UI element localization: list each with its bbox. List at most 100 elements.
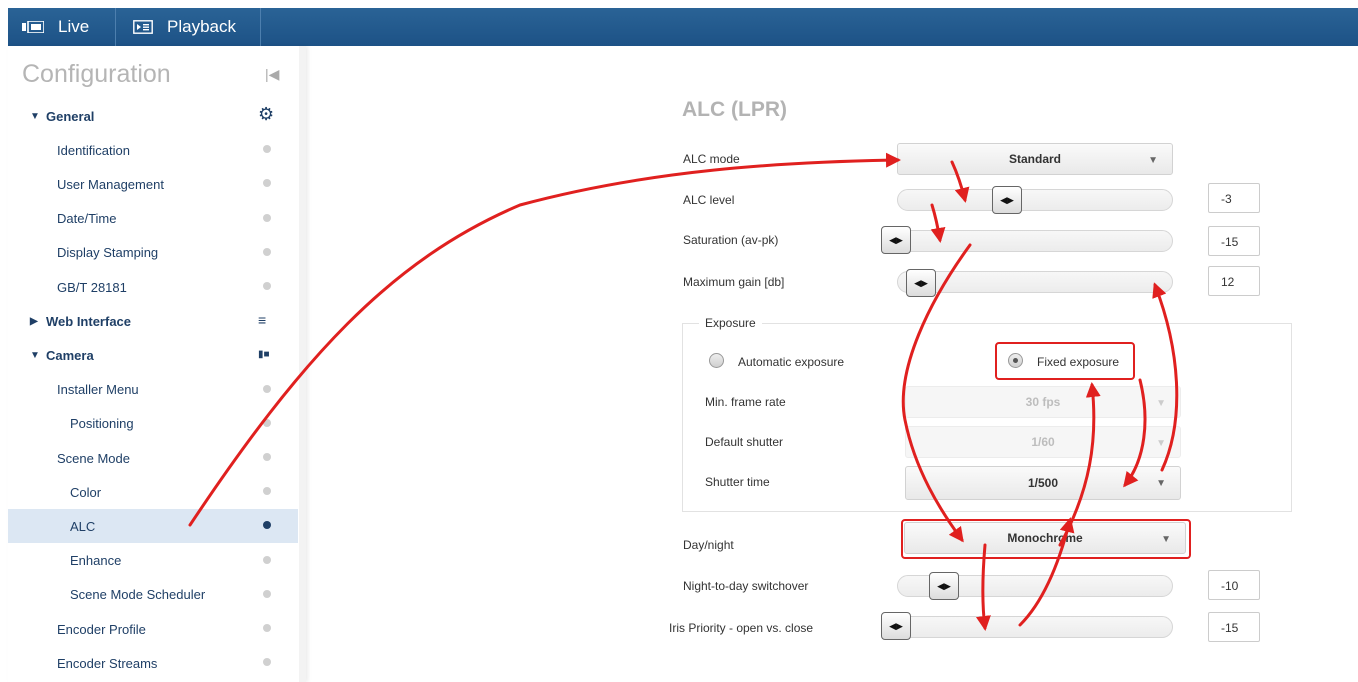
maximum-gain-slider[interactable] [897, 271, 1173, 293]
status-dot [263, 213, 271, 222]
sidebar-item-enhance[interactable]: Enhance [8, 544, 298, 578]
sidebar-item-encoder-profile[interactable]: Encoder Profile [8, 612, 298, 646]
top-bar: Live Playback [8, 8, 1358, 46]
chevron-down-icon: ▼ [30, 349, 40, 361]
alc-mode-value: Standard [1008, 152, 1061, 166]
sidebar-item-label: Encoder Streams [57, 655, 158, 671]
sidebar-item-camera[interactable]: ▼ Camera ▮■ [8, 338, 298, 372]
sidebar-item-scene-mode-scheduler[interactable]: Scene Mode Scheduler [8, 578, 298, 612]
shutter-time-value: 1/500 [1027, 476, 1059, 490]
default-shutter-label: Default shutter [705, 435, 784, 449]
camera-icon [22, 21, 44, 33]
chevron-down-icon: ▼ [1148, 155, 1158, 166]
sidebar-item-gb-t-28181[interactable]: GB/T 28181 [8, 270, 298, 304]
alc-mode-select[interactable]: Standard ▼ [897, 143, 1173, 175]
sidebar-item-label: Date/Time [57, 211, 117, 227]
automatic-exposure-radio[interactable] [709, 353, 724, 368]
sidebar-item-label: User Management [57, 176, 164, 192]
sidebar-item-label: Camera [46, 347, 94, 363]
sidebar-item-label: Encoder Profile [57, 621, 146, 637]
shutter-time-label: Shutter time [705, 475, 770, 489]
sidebar-item-identification[interactable]: Identification [8, 133, 298, 167]
sidebar-item-installer-menu[interactable]: Installer Menu [8, 373, 298, 407]
list-icon: ≡ [258, 312, 267, 329]
status-dot [263, 247, 271, 256]
sidebar-item-color[interactable]: Color [8, 475, 298, 509]
exposure-legend: Exposure [699, 316, 762, 330]
chevron-right-icon: ▶ [30, 315, 38, 327]
sidebar-item-label: Web Interface [46, 313, 132, 329]
gear-icon: ⚙ [258, 104, 275, 124]
iris-priority-slider-handle[interactable]: ◀▶ [881, 612, 911, 640]
highlight-box [995, 342, 1135, 380]
sidebar-item-label: Scene Mode [57, 450, 130, 466]
sidebar: Configuration |◀ ▼ General ⚙ Identification… [8, 46, 306, 682]
chevron-down-icon: ▼ [30, 110, 40, 122]
sidebar-item-date-time[interactable]: Date/Time [8, 202, 298, 236]
sidebar-title: Configuration [22, 60, 171, 88]
sidebar-item-label: GB/T 28181 [57, 279, 127, 295]
sidebar-item-positioning[interactable]: Positioning [8, 407, 298, 441]
status-dot [263, 145, 271, 154]
status-dot [263, 282, 271, 290]
status-dot [263, 384, 271, 393]
highlight-box [901, 519, 1191, 559]
alc-level-slider[interactable] [897, 189, 1173, 211]
iris-priority-input[interactable]: -15 [1208, 612, 1260, 642]
alc-level-input[interactable]: -3 [1208, 183, 1260, 213]
night-to-day-label: Night-to-day switchover [683, 579, 809, 593]
min-frame-rate-value: 30 fps [1025, 395, 1061, 409]
maximum-gain-slider-handle[interactable]: ◀▶ [906, 269, 936, 297]
live-button[interactable]: Live [22, 8, 89, 46]
main-panel: ALC (LPR) ALC mode Standard ▼ ALC level ◀… [306, 46, 1358, 682]
status-dot [263, 658, 271, 667]
status-dot [263, 487, 271, 496]
sidebar-item-web-interface[interactable]: ▶ Web Interface ≡ [8, 304, 298, 338]
status-dot [263, 179, 271, 188]
divider [260, 8, 261, 46]
sidebar-item-label: Installer Menu [57, 382, 139, 398]
night-to-day-input[interactable]: -10 [1208, 570, 1260, 600]
sidebar-item-scene-mode[interactable]: Scene Mode [8, 441, 298, 475]
default-shutter-select: 1/60 ▼ [905, 426, 1181, 458]
sidebar-item-label: General [46, 108, 95, 124]
saturation-label: Saturation (av-pk) [683, 233, 779, 247]
chevron-down-icon: ▼ [1156, 438, 1166, 449]
min-frame-rate-select: 30 fps ▼ [905, 386, 1181, 418]
sidebar-item-encoder-streams[interactable]: Encoder Streams [8, 646, 298, 680]
sidebar-scrollbar[interactable] [299, 46, 306, 682]
saturation-slider[interactable] [883, 230, 1173, 252]
default-shutter-value: 1/60 [1031, 435, 1055, 449]
status-dot [263, 521, 271, 530]
status-dot [263, 589, 271, 598]
saturation-slider-handle[interactable]: ◀▶ [881, 226, 911, 254]
saturation-input[interactable]: -15 [1208, 226, 1260, 256]
alc-mode-label: ALC mode [683, 152, 740, 166]
playback-button[interactable]: Playback [133, 8, 236, 46]
playback-label: Playback [167, 17, 236, 36]
chevron-down-icon: ▼ [1156, 478, 1166, 489]
sidebar-item-user-management[interactable]: User Management [8, 167, 298, 201]
sidebar-item-display-stamping[interactable]: Display Stamping [8, 236, 298, 270]
automatic-exposure-label: Automatic exposure [738, 355, 845, 369]
chevron-down-icon: ▼ [1156, 398, 1166, 409]
sidebar-item-label: Display Stamping [57, 245, 159, 261]
sidebar-item-label: Identification [57, 142, 130, 158]
night-to-day-slider-handle[interactable]: ◀▶ [929, 572, 959, 600]
camera-icon: ▮■ [258, 349, 270, 361]
page-title: ALC (LPR) [682, 98, 787, 121]
live-label: Live [58, 17, 90, 36]
maximum-gain-input[interactable]: 12 [1208, 266, 1260, 296]
alc-level-label: ALC level [683, 193, 735, 207]
sidebar-item-general[interactable]: ▼ General ⚙ [8, 99, 298, 133]
alc-level-slider-handle[interactable]: ◀▶ [992, 186, 1022, 214]
sidebar-item-alc[interactable]: ALC [8, 509, 298, 544]
shutter-time-select[interactable]: 1/500 ▼ [905, 466, 1181, 500]
iris-priority-slider[interactable] [883, 616, 1173, 638]
collapse-sidebar-icon[interactable]: |◀ [265, 66, 279, 83]
day-night-label: Day/night [683, 538, 734, 552]
status-dot [263, 453, 271, 461]
sidebar-item-label: Positioning [70, 416, 134, 432]
sidebar-item-label: Enhance [70, 553, 122, 569]
divider [115, 8, 116, 46]
